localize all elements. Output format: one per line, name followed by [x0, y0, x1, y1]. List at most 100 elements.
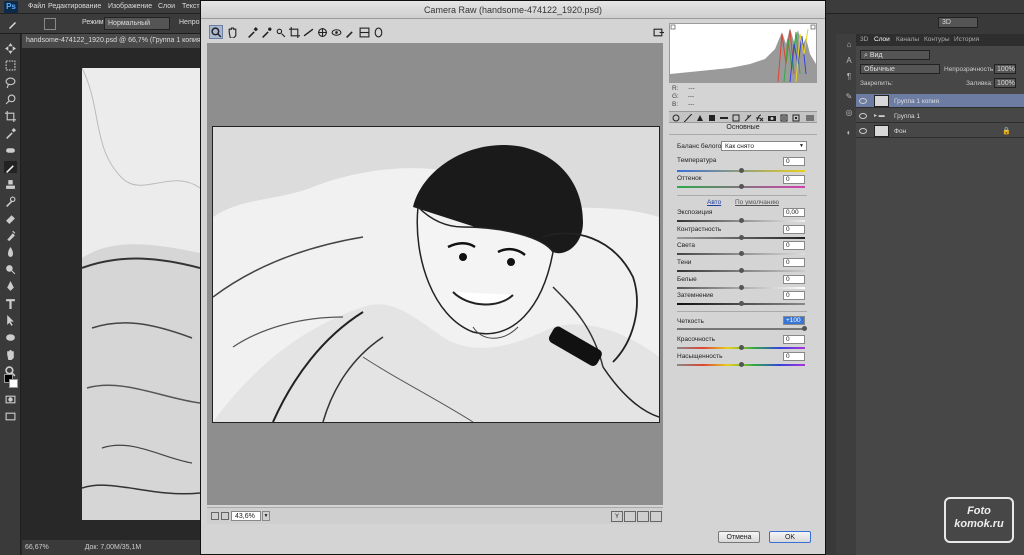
cancel-button[interactable]: Отмена [718, 531, 760, 543]
temperature-slider[interactable] [677, 168, 805, 173]
layer-filter-select[interactable]: ⌕ Вид [860, 50, 930, 60]
slider-thumb[interactable] [739, 251, 744, 256]
lens-tab-icon[interactable] [731, 113, 741, 123]
snapshots-tab-icon[interactable] [791, 113, 801, 123]
layer-row[interactable]: Группа 1 копия [856, 94, 1024, 108]
whites-value[interactable]: 0 [783, 275, 805, 284]
targeted-adjustment-tool-icon[interactable] [273, 25, 287, 39]
pen-tool-icon[interactable] [4, 280, 17, 292]
clone-source-icon[interactable]: ◎ [843, 108, 855, 120]
move-tool-icon[interactable] [4, 42, 17, 54]
preview-area[interactable] [207, 43, 663, 505]
white-balance-tool-icon[interactable] [245, 25, 259, 39]
visibility-eye-icon[interactable] [859, 128, 867, 134]
straighten-tool-icon[interactable] [301, 25, 315, 39]
tab-paths[interactable]: Контуры [924, 36, 950, 43]
clone-stamp-tool-icon[interactable] [4, 178, 17, 190]
brush-panel-icon[interactable] [44, 18, 56, 30]
mode-select[interactable]: Нормальный [104, 17, 170, 30]
slider-thumb[interactable] [739, 362, 744, 367]
red-eye-tool-icon[interactable] [329, 25, 343, 39]
clarity-slider[interactable] [677, 326, 807, 331]
shadows-slider[interactable] [677, 268, 805, 273]
slider-thumb[interactable] [739, 268, 744, 273]
blur-tool-icon[interactable] [4, 246, 17, 258]
whites-slider[interactable] [677, 285, 805, 290]
tint-slider[interactable] [677, 184, 805, 189]
shadows-value[interactable]: 0 [783, 258, 805, 267]
document-canvas[interactable] [22, 48, 200, 540]
panel-menu-icon[interactable] [805, 113, 815, 123]
quick-mask-icon[interactable] [4, 393, 17, 405]
exposure-value[interactable]: 0,00 [783, 208, 805, 217]
menu-layers[interactable]: Слои [158, 3, 175, 10]
slider-thumb[interactable] [802, 326, 807, 331]
radial-filter-tool-icon[interactable] [371, 25, 385, 39]
swap-before-after-icon[interactable] [624, 511, 636, 522]
presets-tab-icon[interactable] [779, 113, 789, 123]
menu-file[interactable]: Файл [28, 3, 45, 10]
path-selection-tool-icon[interactable] [4, 314, 17, 326]
history-panel-icon[interactable]: ⌂ [843, 40, 855, 52]
detail-tab-icon[interactable] [695, 113, 705, 123]
camera-calibration-tab-icon[interactable] [767, 113, 777, 123]
quick-select-tool-icon[interactable] [4, 93, 17, 105]
slider-thumb[interactable] [739, 345, 744, 350]
adjustments-panel-icon[interactable]: ◐ [843, 128, 855, 140]
brush-panel-icon[interactable]: ✎ [843, 92, 855, 104]
paragraph-panel-icon[interactable]: ¶ [843, 72, 855, 84]
highlights-slider[interactable] [677, 251, 805, 256]
slider-thumb[interactable] [739, 285, 744, 290]
zoom-level-field[interactable]: 43,6% [231, 511, 261, 521]
fx-tab-icon[interactable] [755, 113, 765, 123]
lasso-tool-icon[interactable] [4, 76, 17, 88]
zoom-out-button[interactable]: – [211, 512, 219, 520]
document-tab[interactable]: handsome-474122_1920.psd @ 66,7% (Группа… [22, 34, 200, 48]
eraser-tool-icon[interactable] [4, 212, 17, 224]
color-sampler-tool-icon[interactable] [259, 25, 273, 39]
vibrance-value[interactable]: 0 [783, 335, 805, 344]
marquee-tool-icon[interactable] [4, 59, 17, 71]
gradient-tool-icon[interactable] [4, 229, 17, 241]
graduated-filter-tool-icon[interactable] [357, 25, 371, 39]
effects-tab-icon[interactable] [743, 113, 753, 123]
highlights-value[interactable]: 0 [783, 241, 805, 250]
slider-thumb[interactable] [739, 168, 744, 173]
zoom-readout[interactable]: 66,67% [25, 544, 49, 551]
ok-button[interactable]: OK [769, 531, 811, 543]
tone-curve-tab-icon[interactable] [683, 113, 693, 123]
zoom-tool-icon[interactable] [209, 25, 223, 39]
exposure-slider[interactable] [677, 218, 805, 223]
background-color-swatch[interactable] [9, 379, 18, 388]
adjustment-brush-tool-icon[interactable] [343, 25, 357, 39]
layer-row[interactable]: ▸ ▬ Группа 1 [856, 109, 1024, 123]
blacks-slider[interactable] [677, 301, 805, 306]
basic-tab-icon[interactable] [671, 113, 681, 123]
workspace-switcher[interactable]: 3D [938, 17, 1024, 29]
slider-thumb[interactable] [739, 218, 744, 223]
menu-type[interactable]: Текст [182, 3, 200, 10]
auto-link[interactable]: Авто [707, 199, 721, 206]
crop-tool-icon[interactable] [4, 110, 17, 122]
history-brush-tool-icon[interactable] [4, 195, 17, 207]
hand-tool-icon[interactable] [4, 348, 17, 360]
blend-mode-select[interactable]: Обычные [860, 64, 940, 74]
screen-mode-icon[interactable] [4, 410, 17, 422]
tab-history[interactable]: История [954, 36, 979, 43]
tint-value[interactable]: 0 [783, 175, 805, 184]
hand-tool-icon[interactable] [225, 25, 239, 39]
brush-preset-icon[interactable] [8, 19, 18, 29]
saturation-slider[interactable] [677, 362, 805, 367]
crop-tool-icon[interactable] [287, 25, 301, 39]
copy-settings-icon[interactable] [637, 511, 649, 522]
split-toning-tab-icon[interactable] [719, 113, 729, 123]
default-link[interactable]: По умолчанию [735, 199, 779, 206]
contrast-value[interactable]: 0 [783, 225, 805, 234]
tab-3d[interactable]: 3D [860, 36, 868, 43]
eyedropper-tool-icon[interactable] [4, 127, 17, 139]
layer-row[interactable]: Фон 🔒 [856, 124, 1024, 138]
brush-tool-icon[interactable] [4, 161, 17, 173]
character-panel-icon[interactable]: A [843, 56, 855, 68]
visibility-eye-icon[interactable] [859, 113, 867, 119]
menu-edit[interactable]: Редактирование [48, 3, 101, 10]
